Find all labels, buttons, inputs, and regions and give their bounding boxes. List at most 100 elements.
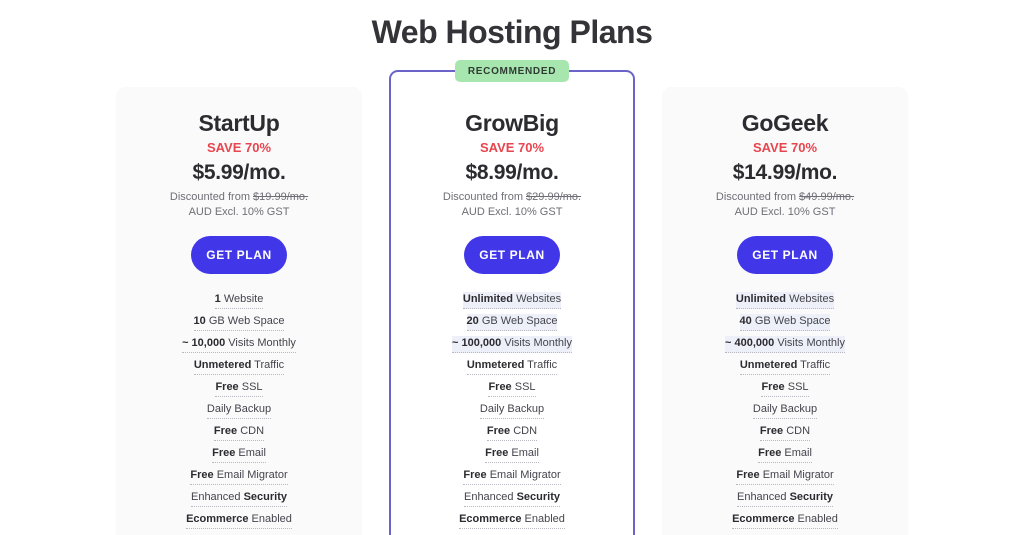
feature-item[interactable]: Free CDN	[672, 424, 898, 444]
feature-rest: Enhanced	[463, 491, 517, 503]
get-plan-button[interactable]: GET PLAN	[464, 236, 560, 274]
plan-discount-note: Discounted from $49.99/mo.	[672, 190, 898, 205]
feature-item[interactable]: Free SSL	[672, 380, 898, 400]
feature-item[interactable]: Free Email	[672, 446, 898, 466]
feature-emphasis: ~ 100,000	[452, 337, 502, 349]
plan-save-label: SAVE 70%	[479, 140, 545, 155]
feature-item[interactable]: 40 GB Web Space	[672, 314, 898, 334]
feature-text: 10 GB Web Space	[193, 314, 285, 331]
feature-item[interactable]: ~ 10,000 Visits Monthly	[126, 336, 352, 356]
feature-rest: CDN	[510, 425, 538, 437]
feature-item[interactable]: Free Email Migrator	[126, 468, 352, 488]
plan-card-gogeek: GoGeek SAVE 70% $14.99/mo. Discounted from …	[662, 87, 908, 535]
feature-emphasis: Free	[759, 425, 784, 437]
plan-card-startup: StartUp SAVE 70% $5.99/mo. Discounted from …	[116, 87, 362, 535]
feature-item[interactable]: Free Email Migrator	[672, 468, 898, 488]
feature-rest: Visits Monthly	[501, 337, 572, 349]
feature-item[interactable]: Free Email	[401, 446, 623, 466]
feature-emphasis: Unmetered	[739, 359, 798, 371]
feature-text: Free CDN	[213, 424, 265, 441]
feature-text: 1 Website	[214, 292, 264, 309]
feature-emphasis: Free	[736, 469, 760, 481]
feature-emphasis: Free	[463, 469, 487, 481]
feature-emphasis-trailing: Security	[789, 491, 834, 503]
plan-card-growbig: RECOMMENDED GrowBig SAVE 70% $8.99/mo. Disco…	[389, 60, 635, 535]
feature-emphasis: 40	[739, 315, 752, 327]
feature-emphasis: Free	[213, 425, 238, 437]
feature-emphasis: Free	[758, 447, 782, 459]
get-plan-button[interactable]: GET PLAN	[191, 236, 287, 274]
feature-item[interactable]: Unlimited Websites	[672, 292, 898, 312]
feature-item[interactable]: Free Email	[126, 446, 352, 466]
plan-old-price: $19.99/mo.	[253, 191, 309, 203]
feature-item[interactable]: Ecommerce Enabled	[401, 512, 623, 532]
plans-row: StartUp SAVE 70% $5.99/mo. Discounted from …	[0, 60, 1024, 535]
feature-text: Free Email	[212, 446, 266, 463]
feature-item[interactable]: Unlimited Websites	[401, 292, 623, 312]
discount-prefix: Discounted from	[442, 191, 527, 203]
feature-item[interactable]: Daily Backup	[126, 402, 352, 422]
feature-emphasis: Ecommerce	[459, 513, 522, 525]
feature-item[interactable]: Daily Backup	[672, 402, 898, 422]
feature-item[interactable]: ~ 100,000 Visits Monthly	[401, 336, 623, 356]
feature-rest: Enhanced	[736, 491, 790, 503]
feature-text: Free CDN	[759, 424, 811, 441]
plan-save-label: SAVE 70%	[752, 140, 818, 155]
feature-item[interactable]: Free CDN	[401, 424, 623, 444]
feature-item[interactable]: Free CDN	[126, 424, 352, 444]
feature-item[interactable]: Daily Backup	[401, 402, 623, 422]
feature-rest: Enabled	[248, 513, 292, 525]
feature-text: Daily Backup	[479, 402, 545, 419]
feature-item[interactable]: Free SSL	[126, 380, 352, 400]
feature-list: Unlimited Websites 40 GB Web Space ~ 400,0…	[672, 292, 898, 535]
feature-rest: Daily Backup	[752, 403, 818, 415]
feature-rest: CDN	[237, 425, 265, 437]
feature-rest: Visits Monthly	[225, 337, 296, 349]
get-plan-button[interactable]: GET PLAN	[737, 236, 833, 274]
feature-item[interactable]: 20 GB Web Space	[401, 314, 623, 334]
feature-item[interactable]: Free SSL	[401, 380, 623, 400]
feature-emphasis: Unlimited	[735, 293, 787, 305]
feature-item[interactable]: Free Email Migrator	[401, 468, 623, 488]
feature-rest: Email	[781, 447, 812, 459]
feature-rest: Traffic	[797, 359, 831, 371]
feature-emphasis-trailing: Security	[243, 491, 288, 503]
feature-item[interactable]: Enhanced Security	[126, 490, 352, 510]
feature-item[interactable]: ~ 400,000 Visits Monthly	[672, 336, 898, 356]
feature-text: Free Email Migrator	[463, 468, 561, 485]
feature-item[interactable]: Unmetered Traffic	[672, 358, 898, 378]
feature-text: ~ 400,000 Visits Monthly	[725, 336, 845, 353]
feature-text: Enhanced Security	[463, 490, 561, 507]
plan-name: GrowBig	[465, 110, 559, 136]
feature-item[interactable]: Ecommerce Enabled	[672, 512, 898, 532]
feature-emphasis: Free	[485, 447, 509, 459]
feature-text: Daily Backup	[206, 402, 272, 419]
feature-item[interactable]: 10 GB Web Space	[126, 314, 352, 334]
feature-rest: Email	[508, 447, 539, 459]
feature-rest: Traffic	[251, 359, 285, 371]
feature-item[interactable]: Unmetered Traffic	[126, 358, 352, 378]
feature-rest: Enhanced	[190, 491, 244, 503]
feature-item[interactable]: 1 Website	[126, 292, 352, 312]
feature-text: Unlimited Websites	[462, 292, 562, 309]
feature-text: Free SSL	[761, 380, 809, 397]
feature-text: Enhanced Security	[190, 490, 288, 507]
feature-emphasis: Free	[761, 381, 785, 393]
feature-item[interactable]: Enhanced Security	[401, 490, 623, 510]
feature-rest: SSL	[784, 381, 809, 393]
cta-wrap: GET PLAN	[401, 236, 623, 274]
feature-emphasis: Unlimited	[462, 293, 514, 305]
feature-rest: Websites	[513, 293, 562, 305]
feature-text: 40 GB Web Space	[739, 314, 831, 331]
plan-old-price: $49.99/mo.	[799, 191, 855, 203]
feature-item[interactable]: Unmetered Traffic	[401, 358, 623, 378]
plan-old-price: $29.99/mo.	[526, 191, 582, 203]
feature-item[interactable]: Enhanced Security	[672, 490, 898, 510]
feature-item[interactable]: Ecommerce Enabled	[126, 512, 352, 532]
plan-name: GoGeek	[741, 110, 829, 136]
feature-text: Unmetered Traffic	[193, 358, 285, 375]
feature-rest: Email Migrator	[213, 469, 288, 481]
feature-rest: Visits Monthly	[774, 337, 845, 349]
discount-prefix: Discounted from	[169, 191, 254, 203]
feature-text: Unmetered Traffic	[739, 358, 831, 375]
